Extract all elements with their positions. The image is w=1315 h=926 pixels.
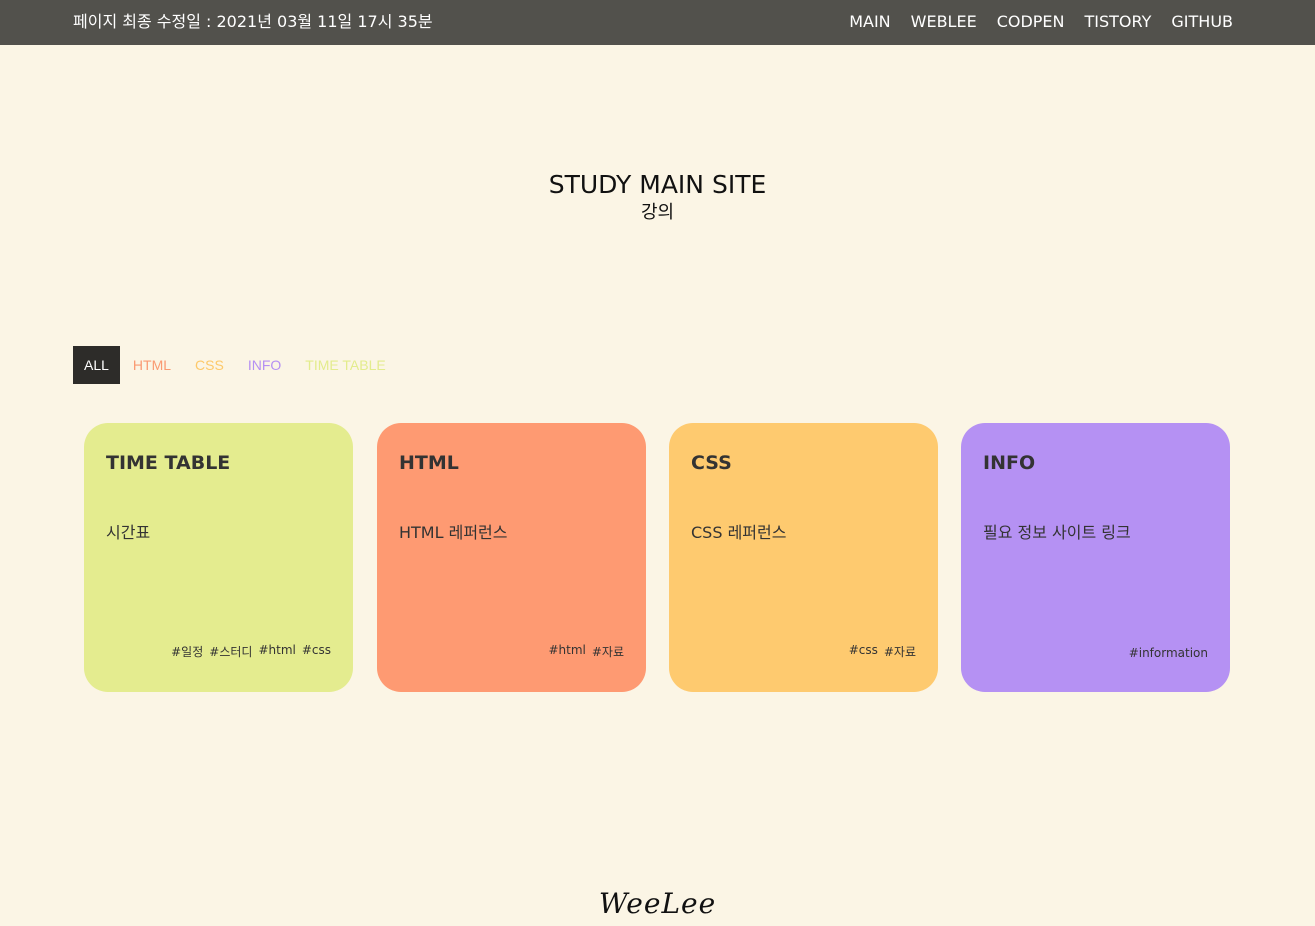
card-description: CSS 레퍼런스 xyxy=(691,523,787,542)
footer-logo: WeeLee xyxy=(598,887,717,920)
card-html[interactable]: HTML HTML 레퍼런스 #html #자료 xyxy=(377,423,646,692)
page-title: STUDY MAIN SITE xyxy=(548,170,767,199)
card-tag: #css xyxy=(301,643,331,657)
card-tag: #자료 xyxy=(591,645,624,659)
card-description: HTML 레퍼런스 xyxy=(399,523,508,542)
nav-link-tistory[interactable]: TISTORY xyxy=(1085,12,1152,32)
filter-time-table[interactable]: TIME TABLE xyxy=(293,346,397,384)
card-description: 시간표 xyxy=(106,523,151,542)
filter-info[interactable]: INFO xyxy=(236,346,293,384)
card-title: TIME TABLE xyxy=(106,452,231,474)
nav-link-weblee[interactable]: WEBLEE xyxy=(911,12,977,32)
card-tags: #css #자료 xyxy=(849,643,916,660)
filter-css[interactable]: CSS xyxy=(183,346,236,384)
card-description: 필요 정보 사이트 링크 xyxy=(983,523,1131,542)
filter-all[interactable]: ALL xyxy=(73,346,120,384)
card-tag: #information xyxy=(1128,646,1208,660)
card-tag: #html xyxy=(258,643,296,657)
card-tags: #information xyxy=(1129,646,1208,660)
card-tag: #css xyxy=(848,643,878,657)
category-filter-bar: ALL HTML CSS INFO TIME TABLE xyxy=(73,346,398,384)
card-tags: #html #자료 xyxy=(548,643,624,660)
card-info[interactable]: INFO 필요 정보 사이트 링크 #information xyxy=(961,423,1230,692)
card-time-table[interactable]: TIME TABLE 시간표 #일정 #스터디 #html #css xyxy=(84,423,353,692)
last-modified-text: 페이지 최종 수정일 : 2021년 03월 11일 17시 35분 xyxy=(73,12,433,31)
card-tag: #자료 xyxy=(883,645,916,659)
card-tag: #일정 xyxy=(171,645,204,659)
card-title: CSS xyxy=(691,452,732,474)
card-title: HTML xyxy=(399,452,459,474)
top-nav: MAIN WEBLEE CODPEN TISTORY GITHUB xyxy=(849,12,1233,32)
nav-link-main[interactable]: MAIN xyxy=(849,12,890,32)
card-tag: #스터디 xyxy=(209,645,253,659)
filter-html[interactable]: HTML xyxy=(121,346,183,384)
nav-link-codpen[interactable]: CODPEN xyxy=(997,12,1065,32)
card-tag: #html xyxy=(548,643,586,657)
top-bar: 페이지 최종 수정일 : 2021년 03월 11일 17시 35분 MAIN … xyxy=(0,0,1315,45)
card-css[interactable]: CSS CSS 레퍼런스 #css #자료 xyxy=(669,423,938,692)
card-tags: #일정 #스터디 #html #css xyxy=(171,643,331,660)
page-subtitle: 강의 xyxy=(640,202,675,223)
card-title: INFO xyxy=(983,452,1036,474)
nav-link-github[interactable]: GITHUB xyxy=(1171,12,1233,32)
